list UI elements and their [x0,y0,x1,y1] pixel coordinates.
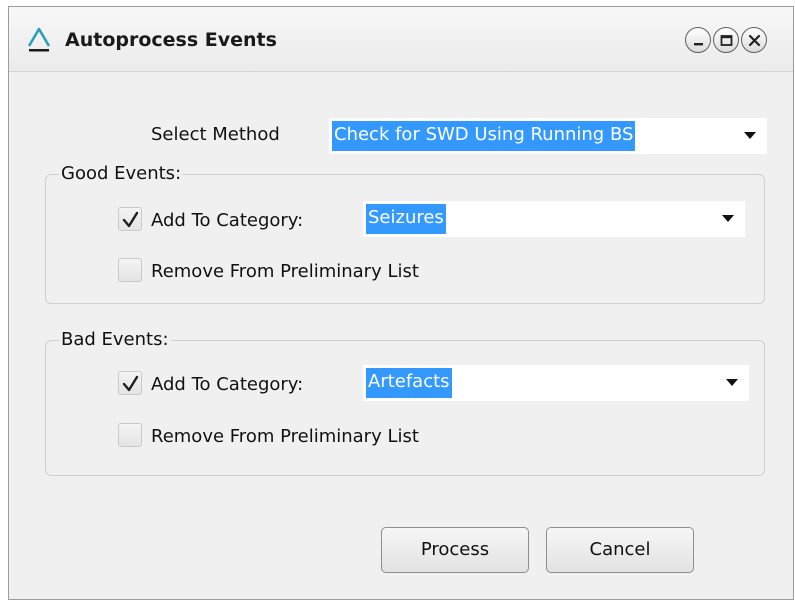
bad-category-select[interactable]: Artefacts [363,365,749,401]
good-events-group [45,174,765,304]
minimize-icon [694,43,703,46]
good-remove-checkbox[interactable] [118,258,142,282]
maximize-icon [720,35,733,46]
good-events-title: Good Events: [59,163,184,184]
process-button[interactable]: Process [381,527,529,573]
chevron-down-icon [726,379,738,386]
close-button[interactable] [741,27,767,53]
checkmark-icon [122,375,139,392]
good-add-category-checkbox[interactable] [118,207,142,231]
bad-add-category-label: Add To Category: [151,374,304,395]
good-category-select[interactable]: Seizures [363,201,745,237]
method-selected-value: Check for SWD Using Running BS [332,121,636,151]
minimize-button[interactable] [685,27,711,53]
chevron-down-icon [744,132,756,139]
chevron-down-icon [722,215,734,222]
good-add-category-label: Add To Category: [151,210,304,231]
checkmark-icon [122,211,139,228]
bad-events-title: Bad Events: [59,329,171,350]
select-method-label: Select Method [151,124,280,145]
method-select[interactable]: Check for SWD Using Running BS [329,118,767,154]
bad-remove-checkbox[interactable] [118,423,142,447]
good-category-value: Seizures [366,204,446,234]
cancel-button[interactable]: Cancel [546,527,694,573]
bad-category-value: Artefacts [366,368,452,398]
bad-events-group [45,340,765,476]
autoprocess-dialog: Autoprocess Events Select Method Check f… [8,6,794,600]
bad-remove-label: Remove From Preliminary List [151,426,419,447]
maximize-button[interactable] [713,27,739,53]
app-logo-icon [27,27,51,52]
window-title: Autoprocess Events [65,29,277,51]
bad-add-category-checkbox[interactable] [118,371,142,395]
good-remove-label: Remove From Preliminary List [151,261,419,282]
close-icon [748,34,761,47]
title-bar[interactable]: Autoprocess Events [9,7,793,72]
